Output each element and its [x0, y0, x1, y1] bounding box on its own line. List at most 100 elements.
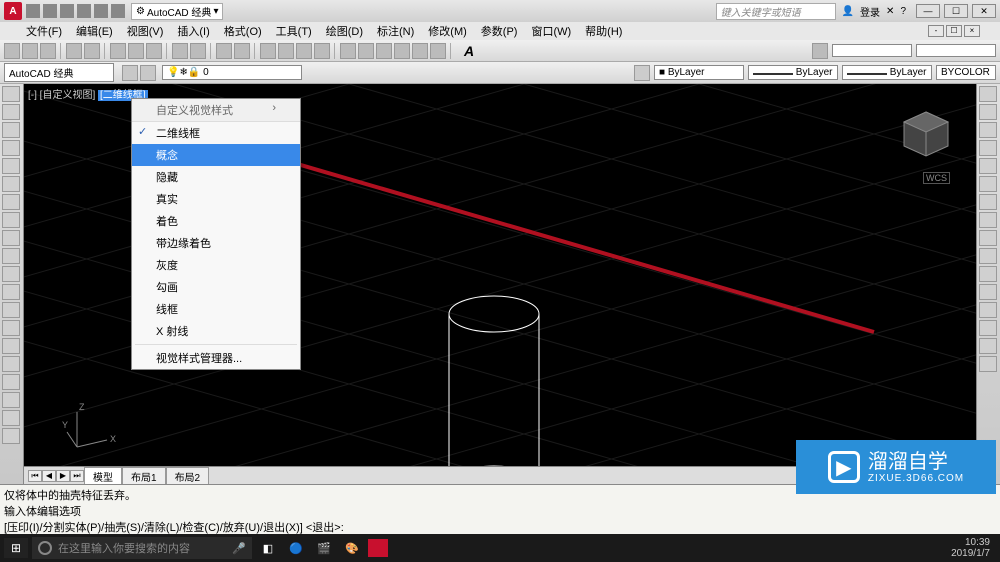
- tb-new[interactable]: [4, 43, 20, 59]
- tb-block[interactable]: [190, 43, 206, 59]
- app-icon-1[interactable]: 🔵: [284, 538, 308, 558]
- menu-item-xray[interactable]: X 射线: [132, 320, 300, 342]
- menu-edit[interactable]: 编辑(E): [70, 23, 119, 39]
- tb-redo[interactable]: [234, 43, 250, 59]
- array-tool[interactable]: [979, 158, 997, 174]
- help-search[interactable]: 键入关键字或短语: [716, 3, 836, 20]
- rotate-tool[interactable]: [979, 194, 997, 210]
- tb-props[interactable]: [340, 43, 356, 59]
- menu-modify[interactable]: 修改(M): [422, 23, 473, 39]
- menu-item-wireframe[interactable]: 线框: [132, 298, 300, 320]
- tb-sheet[interactable]: [394, 43, 410, 59]
- block-tool[interactable]: [2, 248, 20, 264]
- menu-item-realistic[interactable]: 真实: [132, 188, 300, 210]
- erase-tool[interactable]: [979, 86, 997, 102]
- table-tool[interactable]: [2, 302, 20, 318]
- chamfer-tool[interactable]: [979, 320, 997, 336]
- menu-window[interactable]: 窗口(W): [525, 23, 577, 39]
- minimize-button[interactable]: —: [916, 4, 940, 18]
- tab-model[interactable]: 模型: [84, 467, 122, 485]
- tb-copy[interactable]: [128, 43, 144, 59]
- revcloud-tool[interactable]: [2, 410, 20, 426]
- offset-tool[interactable]: [979, 140, 997, 156]
- workspace-dropdown[interactable]: AutoCAD 经典: [4, 63, 114, 82]
- ucs-icon[interactable]: X Y Z: [62, 402, 122, 462]
- layer-prev-icon[interactable]: [634, 65, 650, 81]
- autocad-logo[interactable]: A: [4, 2, 22, 20]
- menu-item-conceptual[interactable]: 概念: [132, 144, 300, 166]
- xline-tool[interactable]: [2, 374, 20, 390]
- menu-file[interactable]: 文件(F): [20, 23, 68, 39]
- ray-tool[interactable]: [2, 356, 20, 372]
- menu-tools[interactable]: 工具(T): [270, 23, 318, 39]
- menu-item-wireframe2d[interactable]: 二维线框: [132, 122, 300, 144]
- mic-icon[interactable]: 🎤: [232, 542, 246, 555]
- trim-tool[interactable]: [979, 248, 997, 264]
- join-tool[interactable]: [979, 302, 997, 318]
- system-tray[interactable]: 10:39 2019/1/7: [951, 537, 996, 559]
- break-tool[interactable]: [979, 284, 997, 300]
- tb-pan[interactable]: [260, 43, 276, 59]
- save-icon[interactable]: [60, 4, 74, 18]
- login-label[interactable]: 登录: [860, 4, 880, 19]
- drawing-canvas[interactable]: [-] [自定义视图] [二维线框] 自定义视觉样式› 二维线框 概念 隐藏 真…: [24, 84, 976, 484]
- tab-next[interactable]: ▶: [56, 470, 70, 482]
- wipeout-tool[interactable]: [2, 428, 20, 444]
- explode-tool[interactable]: [979, 356, 997, 372]
- undo-icon[interactable]: [94, 4, 108, 18]
- menu-item-gray[interactable]: 灰度: [132, 254, 300, 276]
- tab-layout2[interactable]: 布局2: [166, 467, 210, 485]
- menu-item-shaded-edges[interactable]: 带边缘着色: [132, 232, 300, 254]
- new-icon[interactable]: [26, 4, 40, 18]
- tb-open[interactable]: [22, 43, 38, 59]
- tb-markup[interactable]: [412, 43, 428, 59]
- maximize-button[interactable]: ☐: [944, 4, 968, 18]
- circle-tool[interactable]: [2, 122, 20, 138]
- menu-view[interactable]: 视图(V): [121, 23, 170, 39]
- menu-insert[interactable]: 插入(I): [171, 23, 215, 39]
- tb-zoom[interactable]: [278, 43, 294, 59]
- region-tool[interactable]: [2, 284, 20, 300]
- viewport-label[interactable]: [-] [自定义视图] [二维线框]: [28, 86, 148, 101]
- open-icon[interactable]: [43, 4, 57, 18]
- tb-paste[interactable]: [146, 43, 162, 59]
- mirror-tool[interactable]: [979, 122, 997, 138]
- tb-save[interactable]: [40, 43, 56, 59]
- tb-undo[interactable]: [216, 43, 232, 59]
- mtext-tool[interactable]: [2, 320, 20, 336]
- tab-first[interactable]: ⏮: [28, 470, 42, 482]
- plotstyle-dropdown[interactable]: BYCOLOR: [936, 65, 996, 80]
- mdi-close[interactable]: ×: [964, 25, 980, 37]
- taskbar-search[interactable]: 在这里输入你要搜索的内容 🎤: [32, 537, 252, 559]
- tab-layout1[interactable]: 布局1: [122, 467, 166, 485]
- polygon-tool[interactable]: [2, 338, 20, 354]
- tb-calc[interactable]: [430, 43, 446, 59]
- menu-header[interactable]: 自定义视觉样式›: [132, 99, 300, 122]
- tb-cut[interactable]: [110, 43, 126, 59]
- tb-dd1[interactable]: [832, 44, 912, 57]
- hatch-tool[interactable]: [2, 194, 20, 210]
- color-dropdown[interactable]: ■ ByLayer: [654, 65, 744, 80]
- text-tool[interactable]: [2, 266, 20, 282]
- menu-item-sketch[interactable]: 勾画: [132, 276, 300, 298]
- start-button[interactable]: ⊞: [4, 538, 28, 558]
- arc-tool[interactable]: [2, 140, 20, 156]
- copy-tool[interactable]: [979, 104, 997, 120]
- exchange-icon[interactable]: ✕: [886, 6, 894, 17]
- scale-tool[interactable]: [979, 212, 997, 228]
- mdi-minimize[interactable]: -: [928, 25, 944, 37]
- tb-brush[interactable]: [812, 43, 828, 59]
- tb-preview[interactable]: [84, 43, 100, 59]
- app-icon-2[interactable]: 🎬: [312, 538, 336, 558]
- tab-last[interactable]: ⏭: [70, 470, 84, 482]
- spline-tool[interactable]: [2, 212, 20, 228]
- tab-prev[interactable]: ◀: [42, 470, 56, 482]
- pline-tool[interactable]: [2, 104, 20, 120]
- print-icon[interactable]: [77, 4, 91, 18]
- extend-tool[interactable]: [979, 266, 997, 282]
- tb-zoom-prev[interactable]: [296, 43, 312, 59]
- cylinder-object[interactable]: [444, 294, 544, 484]
- tb-dd2[interactable]: [916, 44, 996, 57]
- menu-format[interactable]: 格式(O): [218, 23, 268, 39]
- workspace-selector[interactable]: ⚙ AutoCAD 经典 ▾: [131, 3, 223, 20]
